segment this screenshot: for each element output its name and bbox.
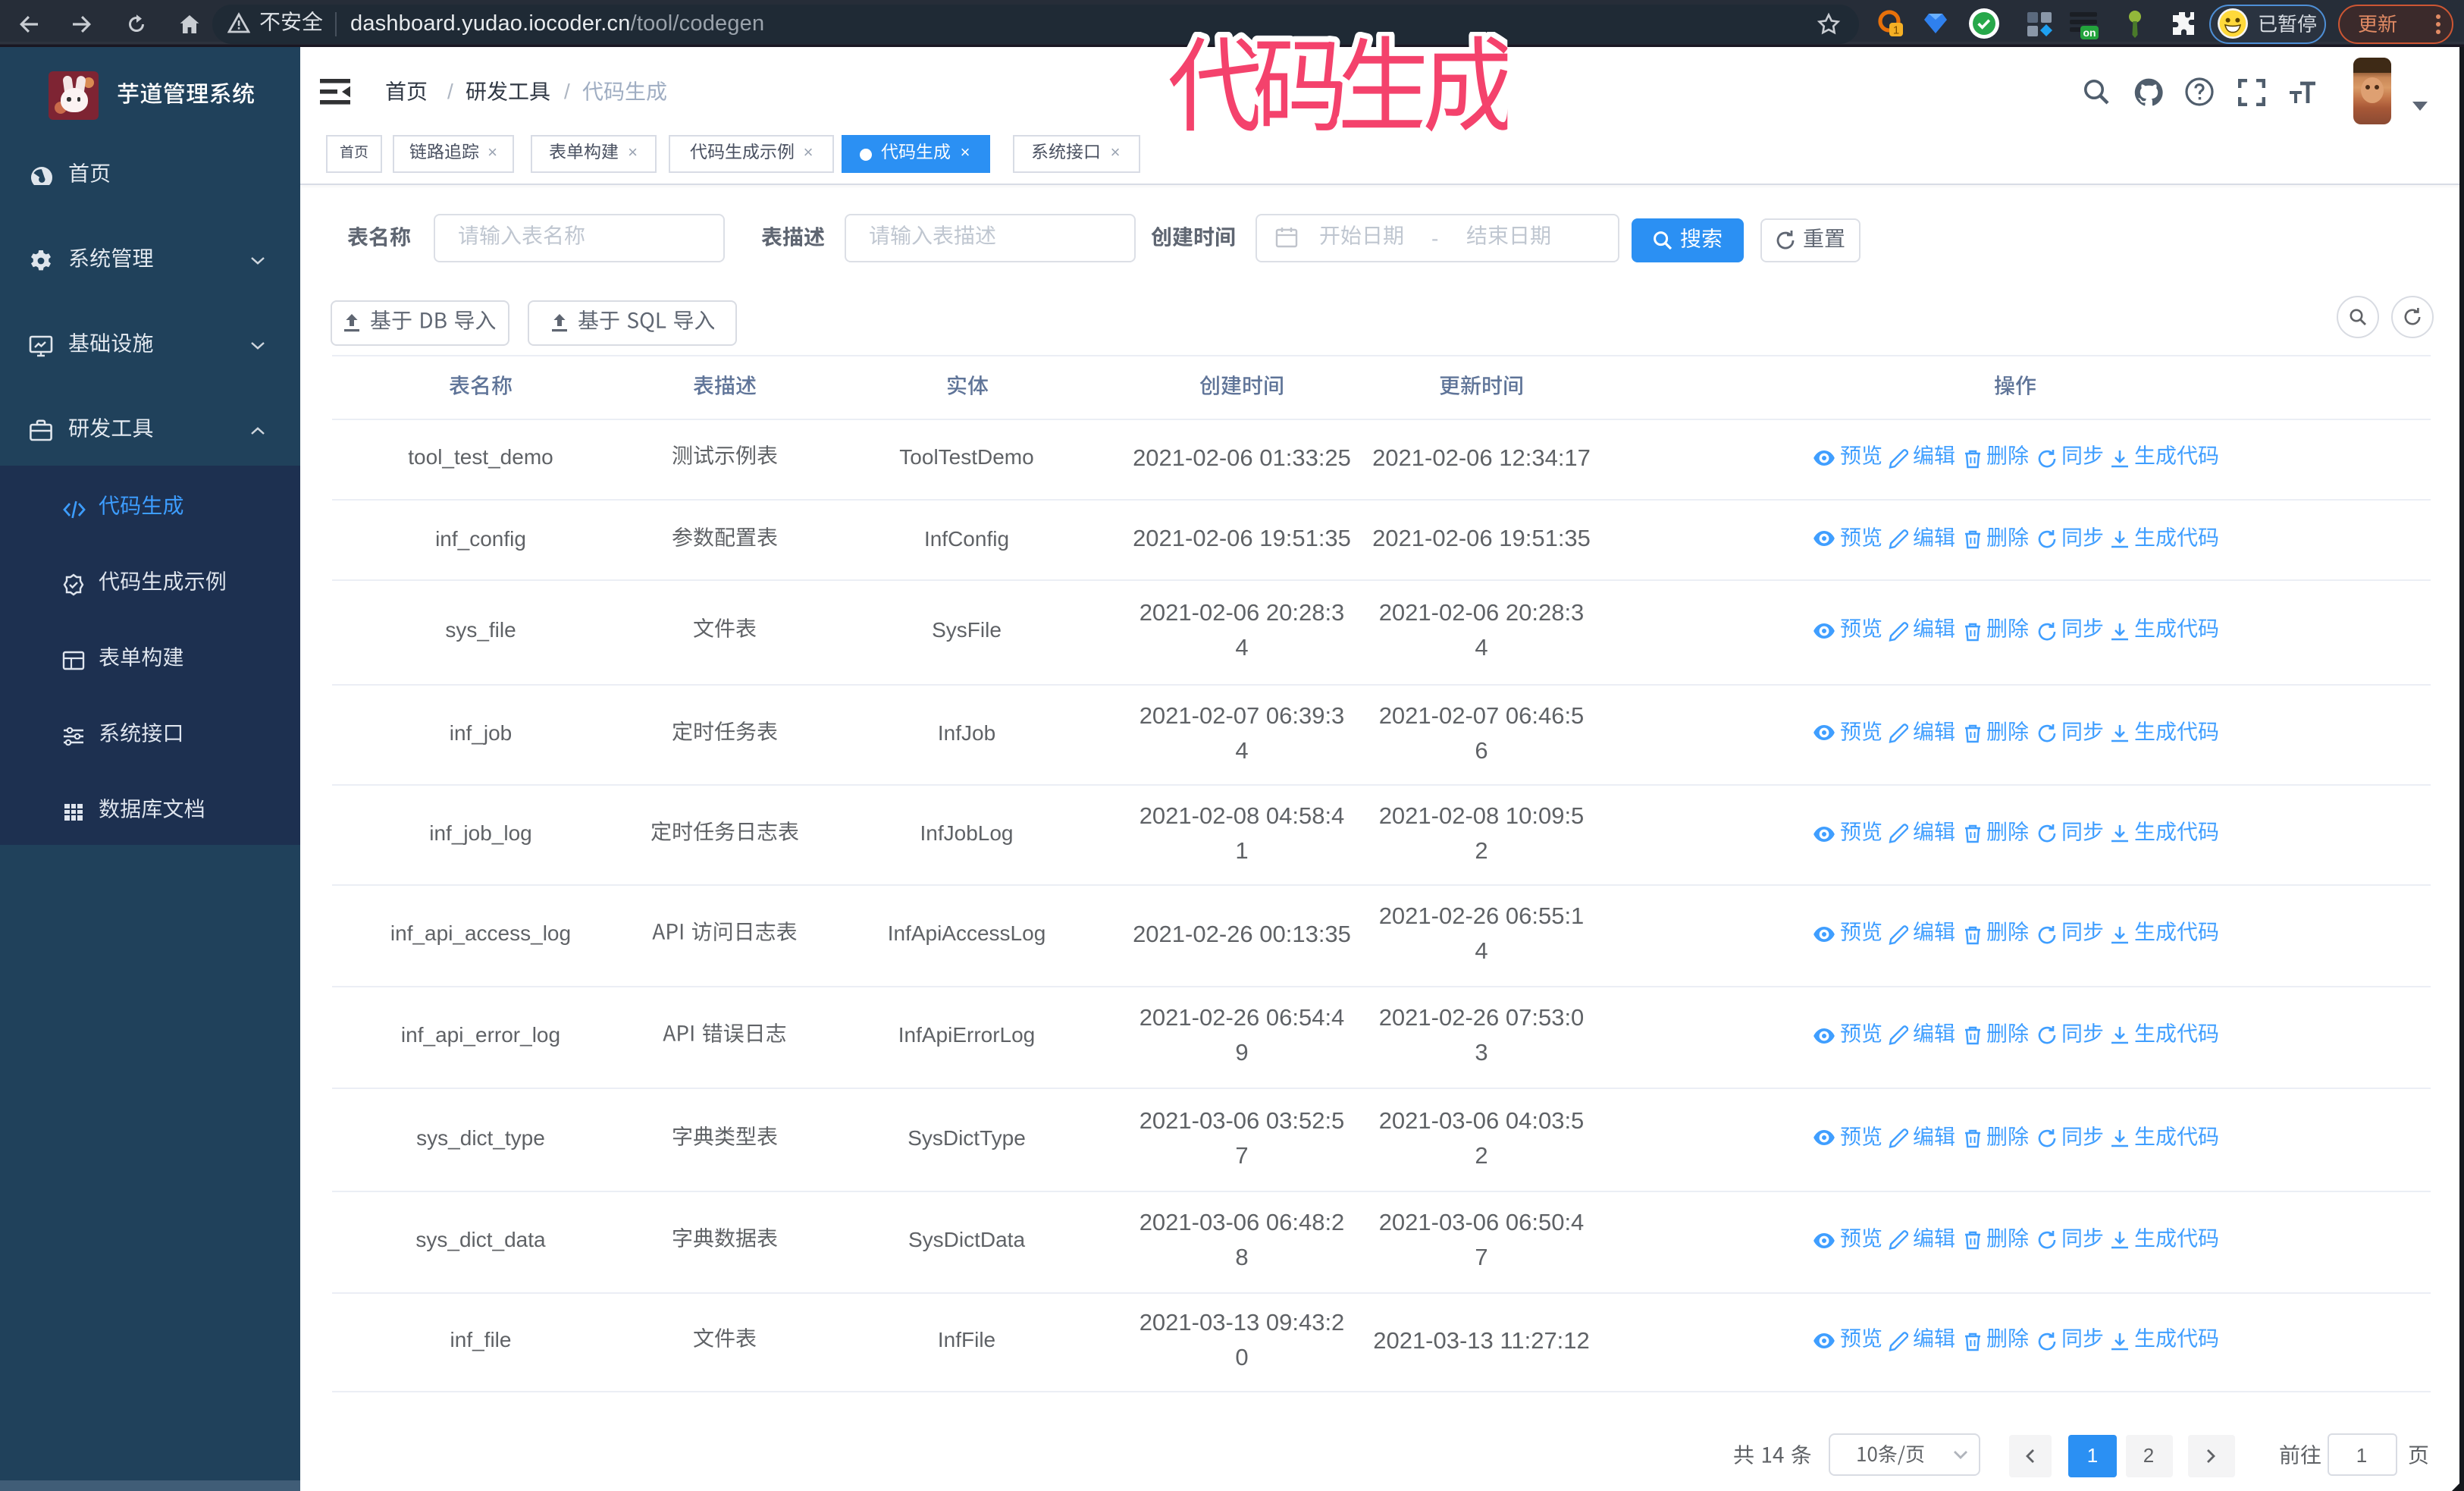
svg-text:on: on [2083,27,2096,39]
svg-text:1: 1 [1893,24,1899,36]
